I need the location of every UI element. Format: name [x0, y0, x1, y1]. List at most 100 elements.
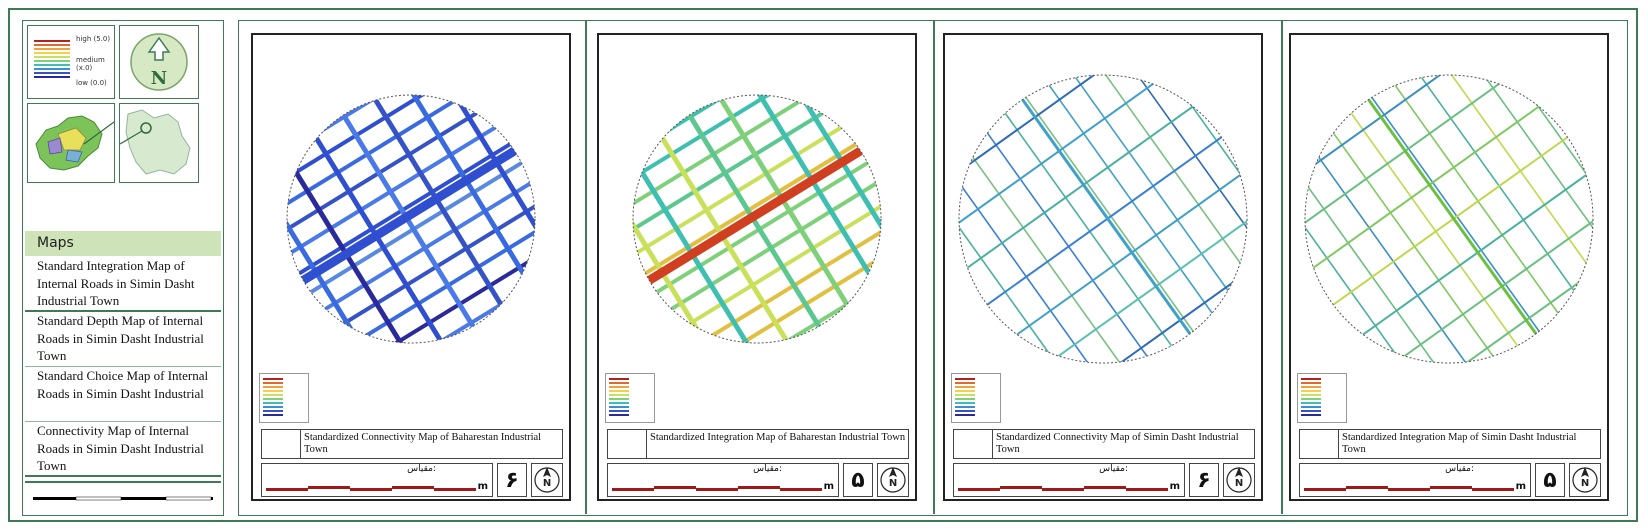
map-image	[958, 74, 1248, 364]
map-list-item: Connectivity Map of Internal Roads in Si…	[37, 423, 204, 473]
legend-swatch	[609, 410, 629, 412]
title-logo-cell	[954, 430, 993, 458]
legend-swatch	[955, 410, 975, 412]
north-box: N	[1569, 463, 1601, 497]
map-panel: Standardized Integration Map of Baharest…	[597, 33, 917, 501]
map-title-box: Standardized Integration Map of Baharest…	[607, 429, 909, 459]
compass-icon: N	[880, 467, 906, 493]
legend-swatch	[955, 414, 975, 416]
legend-swatch	[263, 378, 283, 380]
map-image	[632, 94, 882, 344]
legend-swatch	[955, 386, 975, 388]
north-arrow-panel: N	[119, 25, 199, 99]
legend-swatch	[263, 390, 283, 392]
map-list-item: Standard Choice Map of Internal Roads in…	[37, 368, 209, 401]
title-logo-cell	[608, 430, 647, 458]
legend-swatch	[609, 394, 629, 396]
legend-swatch	[1301, 406, 1321, 408]
scale-box: مقیاس: m	[261, 463, 493, 497]
panel-divider	[585, 21, 587, 514]
legend-panel: high (5.0) medium (x.0) low (0.0)	[27, 25, 115, 99]
legend-medium-label: medium (x.0)	[76, 56, 105, 72]
sidebar-scale-bar	[33, 496, 213, 501]
map-title: Standardized Integration Map of Simin Da…	[1342, 432, 1577, 455]
legend-swatch	[34, 56, 70, 58]
legend-swatch	[609, 378, 629, 380]
legend-swatch	[1301, 410, 1321, 412]
scale-box: مقیاس: m	[1299, 463, 1531, 497]
sheet-number: ۵	[843, 463, 873, 497]
north-arrow-icon: N	[130, 33, 188, 91]
divider	[25, 481, 221, 483]
map-title: Standardized Connectivity Map of Bahares…	[304, 432, 542, 455]
legend-swatch	[263, 410, 283, 412]
legend-swatch	[1301, 390, 1321, 392]
map-title-box: Standardized Connectivity Map of Simin D…	[953, 429, 1255, 459]
mini-legend	[951, 373, 1001, 423]
legend-swatch	[609, 406, 629, 408]
sheet-number: ۶	[497, 463, 527, 497]
north-box: N	[877, 463, 909, 497]
north-box: N	[531, 463, 563, 497]
legend-swatch	[1301, 382, 1321, 384]
legend-swatch	[263, 382, 283, 384]
legend-swatch	[34, 40, 70, 42]
compass-letter: N	[889, 478, 897, 489]
legend-swatch	[609, 390, 629, 392]
legend-swatch	[34, 76, 70, 78]
legend-swatch	[609, 414, 629, 416]
map-list-item: Standard Integration Map of Internal Roa…	[37, 258, 195, 308]
scale-unit: m	[1169, 481, 1180, 492]
legend-swatch	[1301, 378, 1321, 380]
mini-legend	[259, 373, 309, 423]
legend-swatch	[609, 402, 629, 404]
legend-swatch	[34, 72, 70, 74]
mini-legend	[605, 373, 655, 423]
maps-heading: Maps	[25, 231, 221, 256]
legend-swatch	[955, 390, 975, 392]
location-map-country	[119, 103, 199, 183]
scale-bar	[266, 486, 476, 491]
legend-swatch	[263, 386, 283, 388]
legend-swatch	[1301, 398, 1321, 400]
legend-swatch	[955, 394, 975, 396]
location-map-region	[27, 103, 115, 183]
map-list-item: Standard Depth Map of Internal Roads in …	[37, 313, 204, 363]
scale-bar	[612, 486, 822, 491]
map-panel: Standardized Integration Map of Simin Da…	[1289, 33, 1609, 501]
legend-swatch	[609, 398, 629, 400]
compass-icon: N	[1572, 467, 1598, 493]
legend-swatch	[34, 64, 70, 66]
sheet-number: ۵	[1535, 463, 1565, 497]
maps-area: Standardized Connectivity Map of Bahares…	[238, 20, 1628, 516]
compass-letter: N	[543, 478, 551, 489]
title-logo-cell	[1300, 430, 1339, 458]
divider	[25, 475, 221, 477]
country-map-image	[119, 109, 191, 175]
scale-bar	[958, 486, 1168, 491]
scale-unit: m	[477, 481, 488, 492]
legend-swatch	[609, 386, 629, 388]
legend-swatch	[1301, 414, 1321, 416]
scale-unit: m	[823, 481, 834, 492]
map-title: Standardized Integration Map of Baharest…	[650, 432, 906, 443]
mini-legend	[1297, 373, 1347, 423]
legend-swatch	[34, 48, 70, 50]
legend-swatch	[955, 398, 975, 400]
legend-swatch	[955, 378, 975, 380]
scale-label: مقیاس:	[1099, 464, 1128, 474]
legend-swatch	[955, 382, 975, 384]
map-panel: Standardized Connectivity Map of Bahares…	[251, 33, 571, 501]
legend-low-label: low (0.0)	[76, 79, 107, 87]
legend-high-label: high (5.0)	[76, 35, 111, 43]
scale-label: مقیاس:	[753, 464, 782, 474]
scale-label: مقیاس:	[407, 464, 436, 474]
legend-swatch	[34, 52, 70, 54]
legend-swatch	[263, 398, 283, 400]
sheet-number: ۶	[1189, 463, 1219, 497]
scale-bar	[1304, 486, 1514, 491]
region-map-image	[35, 115, 115, 171]
title-logo-cell	[262, 430, 301, 458]
scale-box: مقیاس: m	[953, 463, 1185, 497]
map-title-box: Standardized Integration Map of Simin Da…	[1299, 429, 1601, 459]
